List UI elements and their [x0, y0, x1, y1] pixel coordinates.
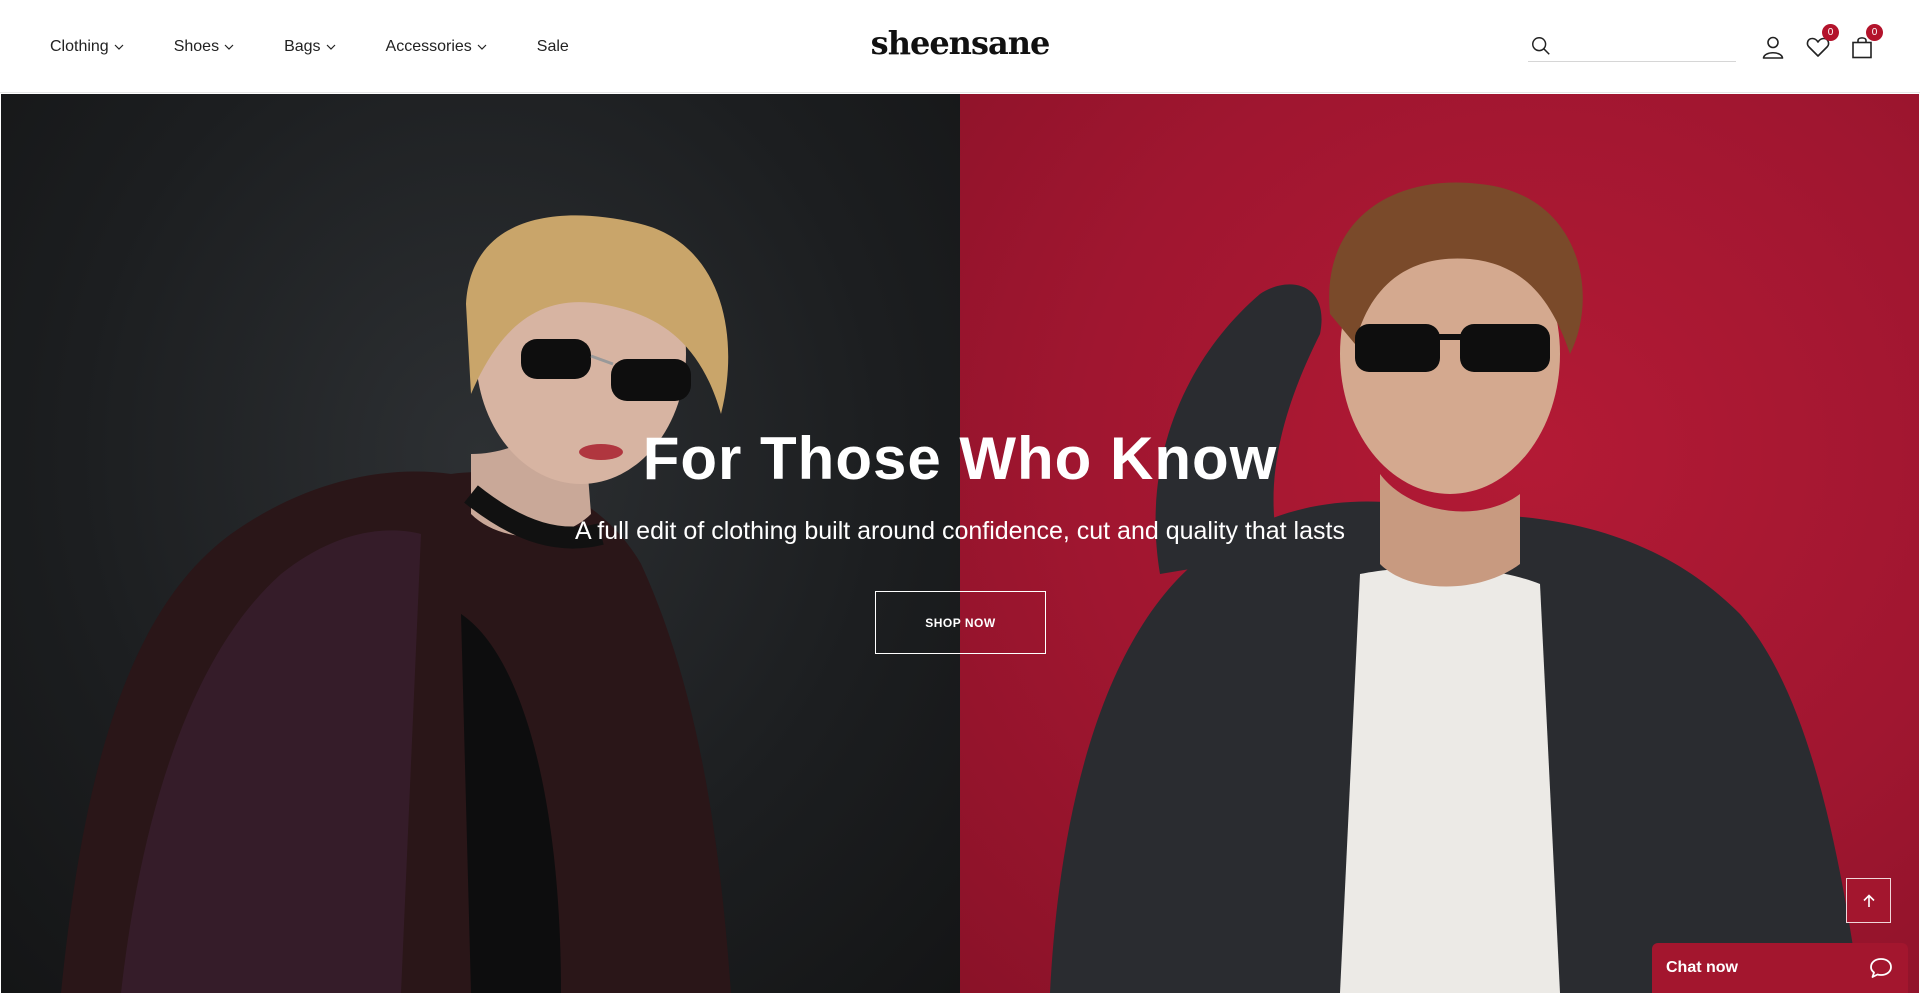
nav-label: Sale — [536, 37, 569, 55]
cart-button[interactable]: 0 — [1849, 24, 1883, 60]
nav-label: Shoes — [173, 37, 220, 55]
cart-count-badge: 0 — [1866, 24, 1883, 41]
nav-label: Clothing — [50, 37, 109, 55]
chat-bubble-icon — [1870, 958, 1892, 978]
chevron-down-icon — [326, 42, 336, 52]
account-button[interactable] — [1760, 34, 1786, 60]
wishlist-count-badge: 0 — [1822, 24, 1839, 41]
nav-item-sale[interactable]: Sale — [537, 38, 569, 56]
chevron-down-icon — [114, 42, 124, 52]
brand-logo[interactable]: sheensane — [871, 24, 1051, 62]
wishlist-button[interactable]: 0 — [1805, 24, 1839, 60]
arrow-up-icon — [1862, 893, 1875, 907]
hero-title: For Those Who Know — [642, 425, 1278, 492]
site-header: Clothing Shoes Bags Accessories Sale she… — [0, 0, 1920, 93]
user-icon — [1762, 36, 1784, 59]
nav-label: Bags — [284, 37, 321, 55]
nav-label: Accessories — [385, 37, 472, 55]
search-bar — [1528, 30, 1736, 62]
chevron-down-icon — [224, 42, 234, 52]
chevron-down-icon — [477, 42, 487, 52]
nav-item-shoes[interactable]: Shoes — [174, 38, 234, 56]
search-icon[interactable] — [1530, 35, 1552, 57]
main-nav: Clothing Shoes Bags Accessories Sale — [50, 0, 619, 93]
nav-item-accessories[interactable]: Accessories — [386, 38, 487, 56]
search-input[interactable] — [1560, 37, 1730, 54]
chat-widget-button[interactable]: Chat now — [1652, 943, 1908, 993]
hero-content: For Those Who Know A full edit of clothi… — [1, 94, 1919, 993]
nav-item-clothing[interactable]: Clothing — [50, 38, 124, 56]
hero-banner: For Those Who Know A full edit of clothi… — [1, 94, 1919, 993]
shop-now-button[interactable]: SHOP NOW — [875, 591, 1046, 654]
scroll-to-top-button[interactable] — [1846, 878, 1891, 923]
hero-subtitle: A full edit of clothing built around con… — [575, 517, 1345, 545]
nav-item-bags[interactable]: Bags — [284, 38, 335, 56]
chat-label: Chat now — [1666, 959, 1738, 976]
